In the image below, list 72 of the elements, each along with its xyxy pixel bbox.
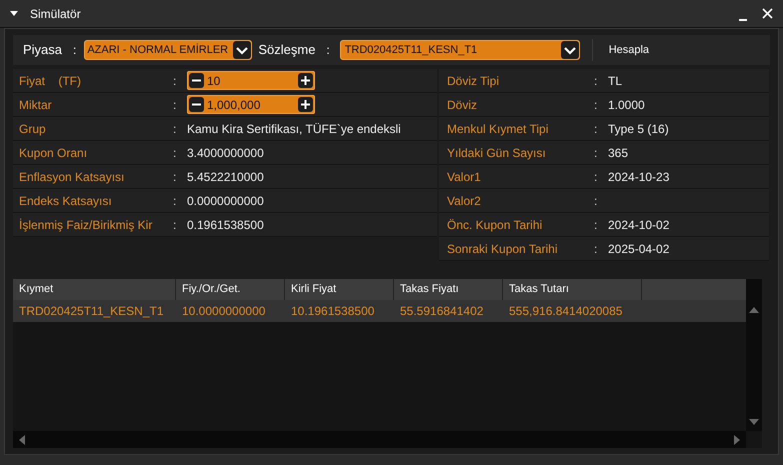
minus-icon[interactable]: [189, 73, 204, 88]
market-label: Piyasa: [23, 41, 64, 60]
field-value: 365: [608, 144, 628, 162]
field-value: Kamu Kira Sertifikası, TÜFE`ye endeksli: [187, 120, 401, 138]
field-label: Valor1: [446, 168, 482, 186]
window-title: Simülatör: [30, 6, 81, 22]
minus-icon[interactable]: [189, 97, 204, 112]
colon: :: [173, 216, 178, 234]
scroll-down-icon[interactable]: [749, 419, 759, 425]
plus-icon[interactable]: [298, 97, 313, 112]
close-icon[interactable]: [762, 8, 773, 19]
table-cell-text: 55.5916841402: [399, 303, 484, 320]
field-value: 2024-10-02: [608, 216, 670, 234]
plus-icon[interactable]: [298, 73, 313, 88]
field-value: 0.1961538500: [187, 216, 264, 234]
market-dropdown[interactable]: AZARI - NORMAL EMİRLER: [84, 40, 252, 60]
field-label: Valor2: [446, 192, 482, 210]
colon: :: [594, 192, 598, 210]
caret-down-icon[interactable]: [233, 41, 252, 59]
colon: :: [594, 216, 598, 234]
colon: :: [594, 240, 598, 258]
caret-down-icon[interactable]: [560, 41, 579, 59]
vertical-scrollbar[interactable]: [746, 279, 762, 431]
field-value: 3.4000000000: [187, 144, 264, 162]
colon: :: [173, 144, 178, 162]
field-label: Fiyat (TF): [18, 72, 82, 90]
field-value: TL: [608, 72, 622, 90]
calculate-button[interactable]: Hesapla: [598, 39, 660, 61]
table-cell-text: TRD020425T11_KESN_T1: [18, 303, 165, 320]
colon: :: [173, 96, 178, 114]
field-value: 2024-10-23: [608, 168, 670, 186]
colon: :: [173, 72, 178, 90]
contract-dropdown[interactable]: TRD020425T11_KESN_T1: [340, 40, 580, 60]
field-label: Yıldaki Gün Sayısı: [446, 144, 547, 162]
colon: :: [594, 144, 598, 162]
colon: :: [173, 168, 178, 186]
field-label: Endeks Katsayısı: [18, 192, 113, 210]
colon: :: [594, 120, 598, 138]
number-input[interactable]: 10: [187, 71, 315, 90]
colon: :: [326, 42, 330, 59]
field-label: Enflasyon Katsayısı: [18, 168, 126, 186]
field-label: Miktar: [18, 96, 53, 114]
field-label: Menkul Kıymet Tipi: [446, 120, 550, 138]
field-label: Önc. Kupon Tarihi: [446, 216, 544, 234]
caret-down-icon[interactable]: [10, 11, 18, 16]
field-value: Type 5 (16): [608, 120, 669, 138]
field-label: Sonraki Kupon Tarihi: [446, 240, 559, 258]
colon: :: [173, 192, 178, 210]
scroll-right-icon[interactable]: [734, 434, 740, 444]
colon: :: [594, 72, 598, 90]
field-label: Grup: [18, 120, 47, 138]
field-value: 1.0000: [608, 96, 645, 114]
table-cell-text: 10.1961538500: [290, 303, 376, 320]
field-value: 5.4522210000: [187, 168, 264, 186]
colon: :: [594, 168, 598, 186]
field-label: Döviz Tipi: [446, 72, 500, 90]
field-label: Kupon Oranı: [18, 144, 88, 162]
field-value: 2025-04-02: [608, 240, 670, 258]
table-cell-text: 10.0000000000: [181, 303, 266, 320]
colon: :: [594, 96, 598, 114]
table-row[interactable]: TRD020425T11_KESN_T1 10.0000000000 10.1961538500 55.5916841402 555,916.8414020085: [13, 300, 746, 322]
colon: :: [73, 42, 76, 59]
table-cell-text: 555,916.8414020085: [508, 303, 624, 320]
number-input[interactable]: 1,000,000: [187, 95, 315, 114]
horizontal-scrollbar[interactable]: [13, 431, 746, 448]
contract-label: Sözleşme: [258, 41, 316, 60]
scroll-up-icon[interactable]: [749, 307, 759, 313]
field-label: İşlenmiş Faiz/Birikmiş Kir: [18, 216, 154, 234]
field-label: Döviz: [446, 96, 478, 114]
scroll-left-icon[interactable]: [19, 434, 25, 444]
field-value: 0.0000000000: [187, 192, 264, 210]
colon: :: [173, 120, 178, 138]
